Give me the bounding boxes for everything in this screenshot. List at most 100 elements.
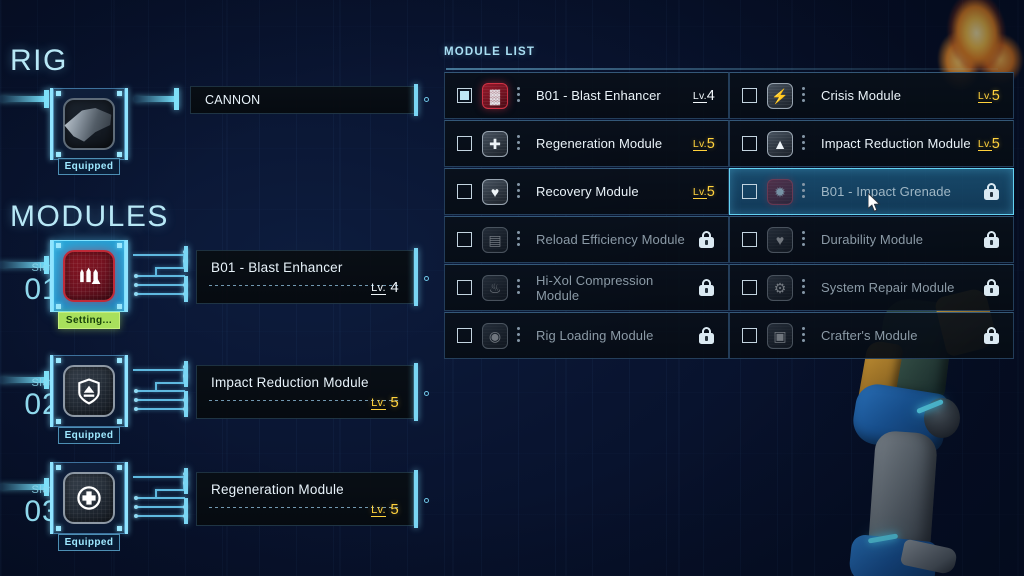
drag-handle-icon[interactable] — [802, 278, 805, 297]
module-name: Impact Reduction Module — [821, 136, 971, 151]
module-checkbox[interactable] — [457, 232, 472, 247]
module-level: Lv.4 — [692, 87, 715, 104]
drag-handle-icon[interactable] — [517, 182, 520, 201]
slot-01-status-badge: Setting... — [58, 312, 120, 329]
impact-grenade-icon: ✹ — [767, 178, 793, 205]
drag-handle-icon[interactable] — [802, 86, 805, 105]
compression-icon: ♨ — [482, 274, 508, 301]
drag-handle-icon[interactable] — [802, 182, 805, 201]
slot-02-module-name: Impact Reduction Module — [211, 375, 369, 390]
rig-rail-left — [0, 96, 44, 102]
module-list-row[interactable]: ✚ Regeneration Module Lv.5 — [444, 120, 729, 167]
crafter-icon: ▣ — [767, 322, 793, 349]
module-checkbox[interactable] — [457, 88, 472, 103]
blast-enhancer-icon: ▓ — [482, 82, 508, 109]
drag-handle-icon[interactable] — [517, 86, 520, 105]
module-level: Lv.5 — [692, 183, 715, 200]
shield-chevron-icon — [61, 363, 117, 419]
module-list-row[interactable]: ⚡ Crisis Module Lv.5 — [729, 72, 1014, 119]
module-checkbox[interactable] — [742, 232, 757, 247]
game-screen: RIG Equipped CANNON MODULES Slot 01 Sett… — [0, 0, 1024, 576]
slot-02-icon-frame[interactable] — [50, 355, 128, 427]
mouse-pointer-icon — [868, 193, 881, 212]
rig-status-badge: Equipped — [58, 158, 120, 175]
medical-cross-icon: ✚ — [482, 130, 508, 157]
slot-03-icon-frame[interactable] — [50, 462, 128, 534]
slot-02-status-badge: Equipped — [58, 427, 120, 444]
module-list-row[interactable]: ▤ Reload Efficiency Module — [444, 216, 729, 263]
module-name: Reload Efficiency Module — [536, 232, 685, 247]
slot-02-level: Lv. 5 — [371, 394, 399, 411]
slot-02-card-edge — [414, 363, 418, 421]
slot-03-card-edge — [414, 470, 418, 528]
module-list-row[interactable]: ▣ Crafter's Module — [729, 312, 1014, 359]
drag-handle-icon[interactable] — [517, 230, 520, 249]
drag-handle-icon[interactable] — [517, 134, 520, 153]
drag-handle-icon[interactable] — [517, 326, 520, 345]
slot-03-card-marker-icon — [424, 498, 429, 503]
module-checkbox[interactable] — [742, 328, 757, 343]
slot-01-card-edge — [414, 248, 418, 306]
module-checkbox[interactable] — [742, 88, 757, 103]
module-list-row[interactable]: ▓ B01 - Blast Enhancer Lv.4 — [444, 72, 729, 119]
system-repair-icon: ⚙ — [767, 274, 793, 301]
slot-03-bar-top — [184, 468, 188, 494]
drag-handle-icon[interactable] — [802, 326, 805, 345]
module-name: Durability Module — [821, 232, 924, 247]
lock-icon — [984, 327, 999, 344]
slot-03-status-badge: Equipped — [58, 534, 120, 551]
rig-card-edge — [414, 84, 418, 116]
slot-02-info-card[interactable]: Impact Reduction Module Lv. 5 — [196, 365, 414, 419]
rig-item-name: CANNON — [205, 93, 261, 107]
module-checkbox[interactable] — [742, 280, 757, 295]
lock-icon — [699, 327, 714, 344]
module-checkbox[interactable] — [457, 184, 472, 199]
module-list-row[interactable]: ◉ Rig Loading Module — [444, 312, 729, 359]
rig-item-icon-frame[interactable] — [50, 88, 128, 160]
module-name: Crafter's Module — [821, 328, 918, 343]
module-list-heading: MODULE LIST — [444, 46, 536, 58]
slot-01-bar-bottom — [184, 276, 188, 302]
module-checkbox[interactable] — [457, 136, 472, 151]
drag-handle-icon[interactable] — [517, 278, 520, 297]
rig-rail-cap-left — [44, 90, 49, 108]
module-list-row[interactable]: ⚙ System Repair Module — [729, 264, 1014, 311]
slot-01-info-card[interactable]: B01 - Blast Enhancer Lv. 4 — [196, 250, 414, 304]
lock-icon — [984, 231, 999, 248]
module-list-row[interactable]: ♥ Durability Module — [729, 216, 1014, 263]
module-checkbox[interactable] — [457, 280, 472, 295]
crisis-icon: ⚡ — [767, 82, 793, 109]
module-name: Rig Loading Module — [536, 328, 654, 343]
lock-icon — [699, 279, 714, 296]
module-list-row[interactable]: ♥ Recovery Module Lv.5 — [444, 168, 729, 215]
module-checkbox[interactable] — [742, 136, 757, 151]
rig-loading-icon: ◉ — [482, 322, 508, 349]
module-list-row[interactable]: ▲ Impact Reduction Module Lv.5 — [729, 120, 1014, 167]
rig-info-card[interactable]: CANNON — [190, 86, 418, 114]
heart-recovery-icon: ♥ — [482, 178, 508, 205]
slot-03-info-card[interactable]: Regeneration Module Lv. 5 — [196, 472, 414, 526]
module-name: Regeneration Module — [536, 136, 663, 151]
reload-icon: ▤ — [482, 226, 508, 253]
slot-01-level: Lv. 4 — [371, 279, 399, 296]
module-name: B01 - Blast Enhancer — [536, 88, 661, 103]
rig-rail-right — [134, 96, 174, 102]
drag-handle-icon[interactable] — [802, 134, 805, 153]
slot-02-bar-bottom — [184, 391, 188, 417]
module-checkbox[interactable] — [457, 328, 472, 343]
module-list-panel: MODULE LIST ▓ B01 - Blast Enhancer Lv.4 … — [444, 46, 1014, 359]
module-level: Lv.5 — [977, 87, 1000, 104]
slot-01-icon-frame[interactable] — [50, 240, 128, 312]
module-level: Lv.5 — [977, 135, 1000, 152]
slot-03-module-name: Regeneration Module — [211, 482, 344, 497]
drag-handle-icon[interactable] — [802, 230, 805, 249]
rig-card-marker-icon — [424, 97, 429, 102]
durability-icon: ♥ — [767, 226, 793, 253]
slot-03-level: Lv. 5 — [371, 501, 399, 518]
module-checkbox[interactable] — [742, 184, 757, 199]
module-list-row[interactable]: ♨ Hi-Xol Compression Module — [444, 264, 729, 311]
slot-02-bar-top — [184, 361, 188, 387]
shield-chevron-icon: ▲ — [767, 130, 793, 157]
rig-section-heading: RIG — [10, 44, 68, 77]
medical-cross-icon — [61, 470, 117, 526]
